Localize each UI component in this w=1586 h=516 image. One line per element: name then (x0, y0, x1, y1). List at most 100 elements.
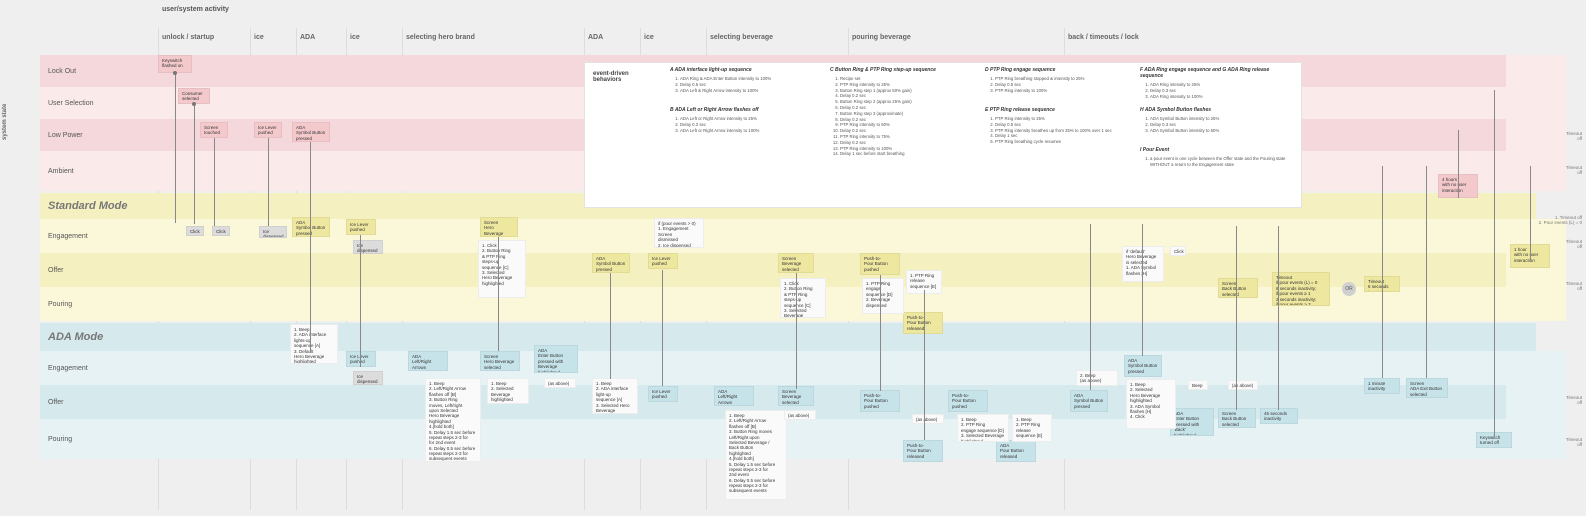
row-label-pour: Pouring (40, 287, 148, 321)
panel-section-heading: B ADA Left or Right Arrow flashes off (670, 107, 820, 113)
connector (175, 73, 176, 223)
lane-apour (148, 419, 1536, 459)
node-box: ADA Symbol Button pressed (292, 217, 330, 237)
panel-section-item: ADA Symbol Button intensity to 50% (1150, 128, 1290, 134)
connector (610, 273, 611, 379)
node-box: Ice Lever pushed (648, 253, 678, 269)
connector (498, 237, 499, 351)
node-box: Screen touched (200, 122, 228, 138)
panel-section-heading: H ADA Symbol Button flashes (1140, 107, 1290, 113)
row-label-ambient: Ambient (40, 151, 148, 191)
row-label-stdhdr: Standard Mode (40, 193, 148, 219)
phase-header-selbev: selecting beverage (706, 28, 846, 46)
or-circle: OR (1342, 282, 1356, 296)
right-lane-pink (1506, 55, 1566, 191)
panel-section-heading: F ADA Ring engage sequence and G ADA Rin… (1140, 67, 1290, 79)
node-box: Click (212, 226, 230, 236)
right-tag: Timeout off (1566, 132, 1582, 142)
lane-adahdr (148, 323, 1536, 351)
row-label-apour: Pouring (40, 419, 148, 459)
connector (1090, 224, 1091, 390)
connector (796, 273, 797, 389)
right-tag: Timeout off (1566, 438, 1582, 448)
node-box: if 'default' Hero Beverage is selected 1… (1122, 246, 1164, 282)
node-box: ADA Symbol Button pressed (292, 122, 330, 142)
right-tag: 1. Timeout off 2. Pour events (L) = 0 (1539, 216, 1582, 226)
panel-section: A ADA interface light-up sequenceADA Rin… (670, 67, 820, 93)
node-box: 1. Beep 2. Selected Hero Beverage highli… (1126, 379, 1176, 429)
right-tag: Timeout off (1566, 166, 1582, 176)
panel-section-item: ADA Ring intensity to 100% (1150, 94, 1290, 100)
phase-header-pour: pouring beverage (848, 28, 1062, 46)
connector (1530, 166, 1531, 260)
node-box: ADA Enter Button pressed with 'Back' hig… (1170, 408, 1214, 436)
panel-section: H ADA Symbol Button flashes ADA Symbol Bu… (1140, 107, 1290, 133)
node-box: Push-to- Pour Button pushed (948, 390, 988, 412)
panel-section-heading: I Pour Event (1140, 147, 1290, 153)
row-label-aoffer: Offer (40, 385, 148, 419)
phase-header-ice2: ice (346, 28, 400, 46)
row-label-lowpow: Low Power (40, 119, 148, 151)
node-box: 1 minute inactivity (1364, 378, 1400, 394)
phase-header-ada1: ADA (296, 28, 344, 46)
node-box: 1. Beep 2. Left/Right Arrow flashes off … (425, 378, 481, 462)
right-tag: Timeout off (1566, 282, 1582, 292)
node-box: (as above) (544, 378, 576, 388)
phase-header-back: back / timeouts / lock (1064, 28, 1538, 46)
node-box: Screen ADA Exit Button selected (1406, 378, 1448, 398)
node-box: Ice dispensed (353, 371, 383, 385)
phase-header-selhero: selecting hero brand (402, 28, 582, 46)
node-box: (as above) (784, 410, 816, 420)
panel-section-list: ADA Ring intensity to 25%Delay 0.3 secAD… (1150, 82, 1290, 99)
node-box: ADA Pour Button released (996, 440, 1036, 462)
node-box: 45 seconds inactivity (1260, 408, 1298, 424)
row-label-aeng: Engagement (40, 351, 148, 385)
panel-section: C Button Ring & PTP Ring step-up sequenc… (830, 67, 980, 157)
right-tag: Timeout off (1566, 396, 1582, 406)
node-box: Timeout if pour events (L) = 0 6 seconds… (1272, 272, 1330, 306)
node-box: Screen Back Button selected (1218, 408, 1256, 428)
connector (924, 290, 925, 440)
connector (360, 235, 361, 367)
system-state-label: system state (2, 104, 8, 140)
panel-section-list: Recipe setPTP Ring intensity to 25%Butto… (840, 76, 980, 157)
node-box: 1. Click 2. Button Ring & PTP Ring steps… (780, 278, 826, 318)
panel-section-heading: A ADA interface light-up sequence (670, 67, 820, 73)
node-box: 1. Beep 2. PTP Ring engage sequence [D] … (957, 414, 1009, 442)
panel-section-heading: E PTP Ring release sequence (985, 107, 1135, 113)
node-box: Screen Hero Beverage selected (480, 351, 520, 371)
panel-section-list: PTP Ring breathing stopped & intensity t… (995, 76, 1135, 93)
row-label-eng: Engagement (40, 219, 148, 253)
connector (268, 138, 269, 226)
node-box: Screen Beverage selected (778, 253, 814, 273)
phase-header-ada2: ADA (584, 28, 638, 46)
node-box: Beep (1188, 380, 1208, 390)
node-box: 1. Beep 2. ADA interface lights-up seque… (290, 324, 338, 364)
panel-title: event-driven behaviors (593, 71, 653, 83)
row-label-lockout: Lock Out (40, 55, 148, 87)
connector (880, 275, 881, 391)
node-box: Ice dispensed (259, 226, 287, 238)
panel-section-heading: C Button Ring & PTP Ring step-up sequenc… (830, 67, 980, 73)
panel-section-heading: D PTP Ring engage sequence (985, 67, 1135, 73)
node-box: ADA Enter Button pressed with Beverage h… (534, 345, 578, 373)
connector (1458, 130, 1459, 198)
panel-section-list: ADA Symbol Button intensity to 25%Delay … (1150, 116, 1290, 133)
connector (1236, 226, 1237, 410)
behavior-panel: event-driven behaviors A ADA interface l… (584, 62, 1302, 208)
panel-section-item: PTP Ring breathing cycle resumes (995, 139, 1135, 145)
panel-section-item: ADA Left & Right Arrow intensity to 100% (680, 88, 820, 94)
node-box: Ice Lever pushed (648, 386, 678, 402)
diagram-title: user/system activity (158, 0, 229, 18)
node-box: Ice Lever pushed (254, 122, 282, 138)
lane-aoffer (148, 385, 1536, 419)
node-box: ADA Symbol Button pressed (1124, 355, 1162, 377)
node-box: Ice Lever pushed (346, 351, 376, 367)
node-box: Click (1170, 246, 1186, 256)
node-box: 2. Beep (as above) (1076, 370, 1118, 386)
node-box: 1. Beep 2. ADA interface light-up sequen… (592, 378, 638, 414)
node-box: Screen Back Button selected (1218, 278, 1258, 298)
phase-header-ice1: ice (250, 28, 294, 46)
node-box: (as above) (912, 414, 944, 424)
connector (214, 138, 215, 226)
